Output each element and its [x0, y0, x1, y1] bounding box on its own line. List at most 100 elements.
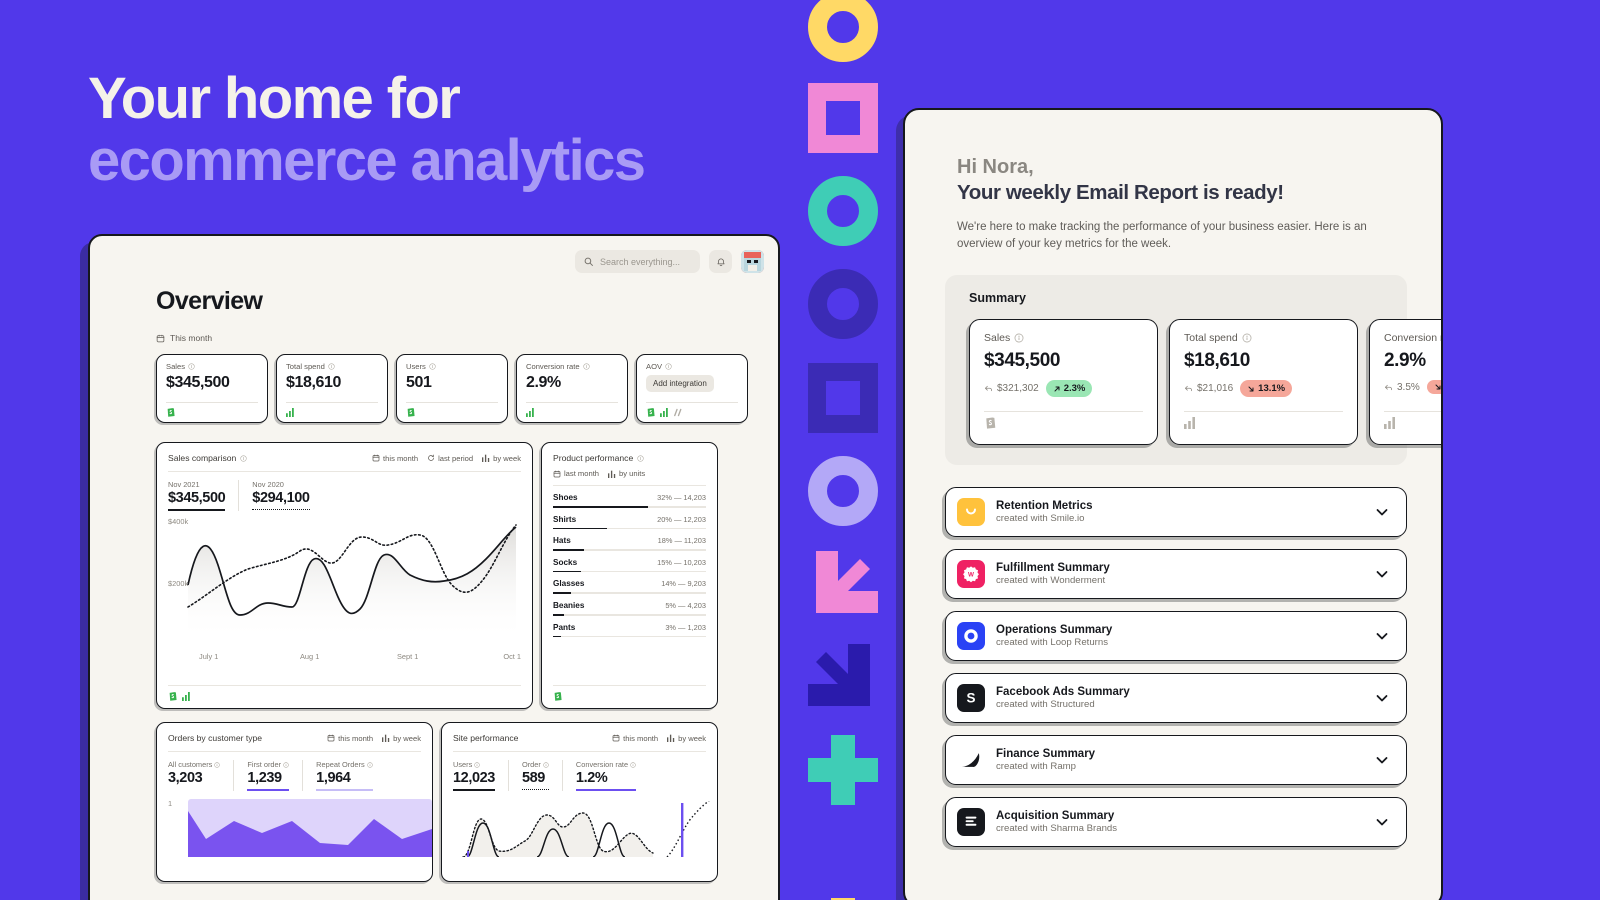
- chip-this-month[interactable]: this month: [327, 734, 373, 743]
- info-icon[interactable]: [188, 363, 195, 370]
- info-icon[interactable]: [283, 762, 289, 768]
- chip-this-month[interactable]: this month: [372, 454, 418, 463]
- kpi-card-sales[interactable]: Sales $345,500: [156, 354, 268, 423]
- product-row: Hats 18% — 11,203: [553, 529, 706, 551]
- summary-card-value: 2.9%: [1384, 350, 1426, 371]
- comparison-value: $345,500: [168, 490, 226, 511]
- chip-last-month[interactable]: last month: [553, 469, 599, 478]
- shopify-icon: [169, 692, 177, 701]
- hero-line-1: Your home for: [88, 66, 461, 131]
- info-icon[interactable]: [543, 762, 549, 768]
- accordion-item-operations-summary[interactable]: Operations Summary created with Loop Ret…: [945, 611, 1407, 661]
- info-icon[interactable]: [367, 762, 373, 768]
- y-axis-tick: 1: [168, 799, 173, 808]
- divider: [1384, 411, 1441, 412]
- chevron-down-icon[interactable]: [1374, 566, 1390, 582]
- summary-card-footer-icon: [1184, 416, 1196, 434]
- panel-filter-chips: last month by units: [553, 469, 706, 478]
- kpi-label: Total spend: [286, 362, 378, 371]
- kpi-card-aov[interactable]: AOV Add integration: [636, 354, 748, 423]
- chip-by-week[interactable]: by week: [482, 454, 521, 463]
- site-performance-panel: Site performance this month by week User…: [441, 722, 718, 882]
- kpi-card-total-spend[interactable]: Total spend $18,610: [276, 354, 388, 423]
- chip-by-week[interactable]: by week: [667, 734, 706, 743]
- date-filter-label: This month: [170, 333, 213, 343]
- metric-label-text: Users: [453, 760, 473, 769]
- chip-last-period[interactable]: last period: [427, 454, 473, 463]
- date-filter[interactable]: This month: [156, 333, 778, 343]
- info-icon[interactable]: [630, 762, 636, 768]
- add-integration-button[interactable]: Add integration: [646, 375, 714, 392]
- search-input[interactable]: Search everything...: [575, 250, 700, 273]
- divider: [453, 751, 706, 752]
- panel-title-text: Orders by customer type: [168, 733, 263, 743]
- divider: [526, 402, 618, 403]
- summary-card-label: Conversion rate: [1384, 332, 1441, 344]
- chevron-down-icon[interactable]: [1374, 814, 1390, 830]
- decorative-shapes-column: [808, 0, 882, 900]
- info-icon[interactable]: [665, 363, 672, 370]
- metric-order: Order 589: [507, 760, 562, 791]
- chip-by-week[interactable]: by week: [382, 734, 421, 743]
- kpi-footer-icons: [286, 408, 295, 417]
- metric-conversion-rate: Conversion rate 1.2%: [561, 760, 649, 791]
- chip-this-month[interactable]: this month: [612, 734, 658, 743]
- kpi-label-text: Conversion rate: [526, 362, 580, 371]
- chart-svg: [462, 801, 710, 857]
- chevron-down-icon[interactable]: [1374, 690, 1390, 706]
- panel-filter-chips: this month by week: [612, 734, 706, 743]
- kpi-card-users[interactable]: Users 501: [396, 354, 508, 423]
- notifications-button[interactable]: [709, 250, 732, 273]
- accordion-item-retention-metrics[interactable]: Retention Metrics created with Smile.io: [945, 487, 1407, 537]
- info-icon[interactable]: [328, 363, 335, 370]
- accordion-item-fulfillment-summary[interactable]: W Fulfillment Summary created with Wonde…: [945, 549, 1407, 599]
- chip-label: by units: [619, 469, 646, 478]
- chevron-down-icon[interactable]: [1374, 752, 1390, 768]
- chip-by-units[interactable]: by units: [608, 469, 645, 478]
- donut-icon: [808, 269, 878, 339]
- sharma-icon: [957, 808, 985, 836]
- chip-label: this month: [623, 733, 659, 743]
- summary-card-conversion-rate[interactable]: Conversion rate 2.9% 3.5%: [1369, 319, 1441, 445]
- accordion-item-finance-summary[interactable]: Finance Summary created with Ramp: [945, 735, 1407, 785]
- svg-text:S: S: [966, 691, 975, 706]
- info-icon[interactable]: [474, 762, 481, 768]
- metric-label-text: Order: [521, 760, 541, 769]
- kpi-card-conversion-rate[interactable]: Conversion rate 2.9%: [516, 354, 628, 423]
- info-icon[interactable]: [214, 762, 221, 768]
- info-icon[interactable]: [637, 454, 644, 462]
- product-value: 18% — 11,203: [657, 536, 706, 546]
- summary-card-total-spend[interactable]: Total spend $18,610 $21,016 13.1%: [1169, 319, 1358, 445]
- status-badge: 13.1%: [1240, 380, 1293, 397]
- accordion-item-facebook-ads-summary[interactable]: S Facebook Ads Summary created with Stru…: [945, 673, 1407, 723]
- avatar[interactable]: [741, 250, 764, 273]
- metric-label: Conversion rate: [576, 760, 636, 769]
- chevron-down-icon[interactable]: [1374, 628, 1390, 644]
- site-performance-chart: [453, 801, 717, 859]
- accordion-item-subtitle: created with Ramp: [996, 761, 1076, 772]
- info-icon[interactable]: [429, 363, 436, 370]
- accordion-item-title: Operations Summary: [996, 624, 1113, 636]
- return-arrow-icon: [985, 385, 992, 392]
- divider: [984, 411, 1143, 412]
- summary-card-label: Total spend: [1184, 332, 1343, 344]
- panel-title: Product performance: [553, 453, 706, 463]
- chevron-down-icon[interactable]: [1374, 504, 1390, 520]
- info-icon[interactable]: [1242, 333, 1252, 343]
- info-icon[interactable]: [582, 363, 590, 370]
- panel-header: Orders by customer type this month by we…: [157, 723, 432, 743]
- panel-footer-icons: [553, 691, 562, 701]
- summary-card-label: Sales: [984, 332, 1143, 344]
- info-icon[interactable]: [240, 454, 247, 462]
- comparison-value: $294,100: [252, 490, 310, 510]
- return-arrow-icon: [1385, 384, 1392, 390]
- dashboard-topbar: Search everything...: [90, 236, 778, 276]
- panel-title-text: Sales comparison: [168, 453, 237, 463]
- info-icon[interactable]: [1014, 333, 1024, 343]
- accordion-item-subtitle: created with Loop Returns: [996, 637, 1108, 648]
- accordion-item-subtitle: created with Smile.io: [996, 513, 1085, 524]
- summary-card-label-text: Conversion rate: [1384, 332, 1441, 344]
- summary-card-sales[interactable]: Sales $345,500 $321,302 2.3%: [969, 319, 1158, 445]
- donut-icon: [808, 456, 878, 526]
- accordion-item-acquisition-summary[interactable]: Acquisition Summary created with Sharma …: [945, 797, 1407, 847]
